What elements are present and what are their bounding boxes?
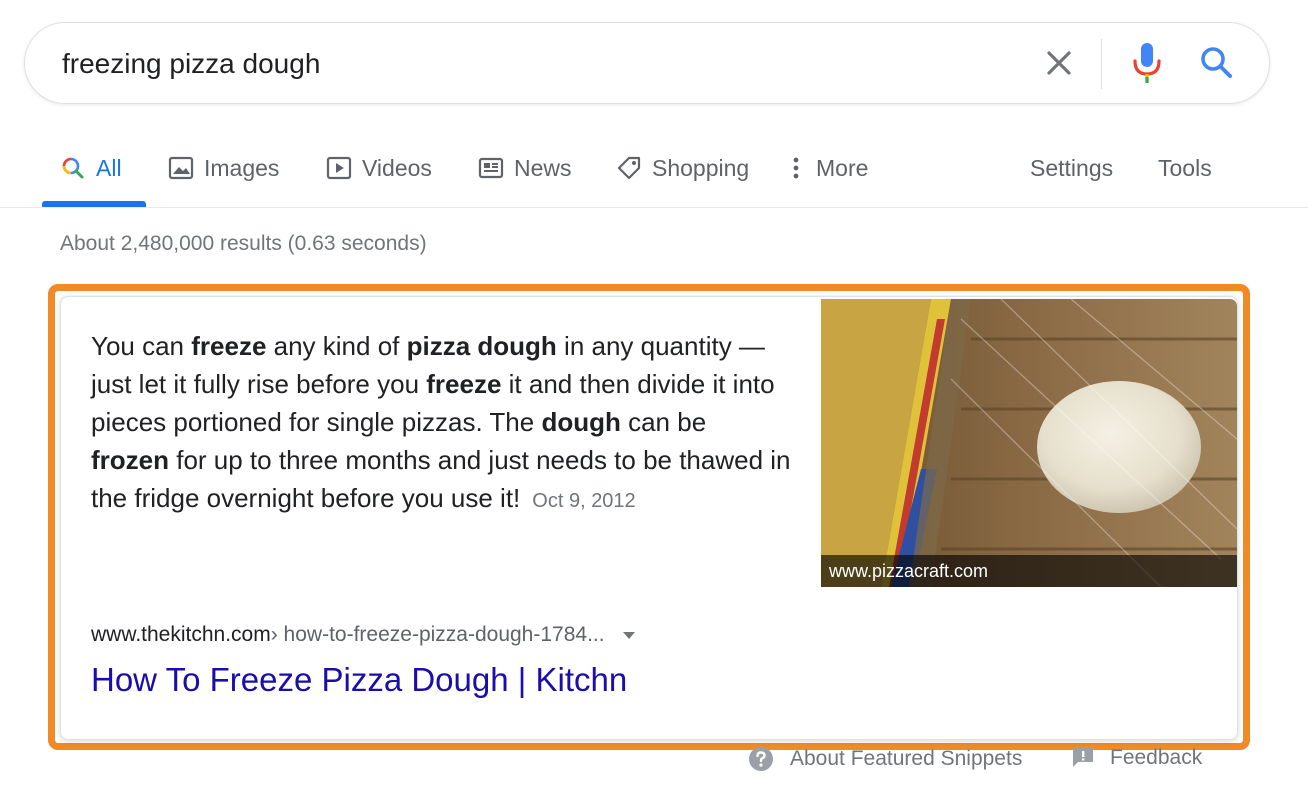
result-cite: www.thekitchn.com › how-to-freeze-pizza-… [91, 623, 635, 647]
snippet-text: You can freeze any kind of pizza dough i… [91, 327, 791, 520]
snippet-text-part: for up to three months and just needs to… [91, 445, 791, 513]
search-input[interactable] [62, 47, 962, 81]
tab-label: Images [204, 154, 280, 181]
voice-search-button[interactable] [1129, 41, 1165, 87]
tab-label: News [514, 154, 572, 181]
clear-button[interactable] [1041, 45, 1077, 81]
settings-link[interactable]: Settings [1030, 152, 1113, 184]
feedback-link[interactable]: Feedback [1072, 746, 1202, 770]
snippet-text-bold: dough [541, 407, 621, 437]
about-featured-snippets[interactable]: About Featured Snippets [748, 746, 1022, 772]
tab-label: Shopping [652, 154, 750, 181]
help-icon [749, 747, 773, 771]
snippet-text-bold: frozen [91, 445, 169, 475]
image-source-caption: www.pizzacraft.com [821, 555, 1237, 587]
close-icon [1047, 51, 1071, 75]
tab-all[interactable]: All [60, 152, 122, 184]
snippet-text-bold: pizza dough [406, 331, 557, 361]
snippet-text-part: any kind of [266, 331, 407, 361]
news-icon [478, 157, 504, 179]
settings-label: Settings [1030, 154, 1114, 181]
video-icon [326, 156, 352, 180]
mic-icon [1133, 43, 1161, 83]
tab-label: More [816, 154, 869, 181]
search-color-icon [62, 157, 84, 179]
snippet-date: Oct 9, 2012 [532, 490, 636, 512]
tools-label: Tools [1158, 154, 1212, 181]
search-tabs: All Images Videos News Shopping More Set… [0, 140, 1308, 208]
tab-more[interactable]: More [790, 152, 868, 184]
tab-images[interactable]: Images [168, 152, 279, 184]
result-title-link[interactable]: How To Freeze Pizza Dough | Kitchn [91, 661, 627, 699]
tag-icon [617, 156, 641, 180]
snippet-text-part: You can [91, 331, 192, 361]
cite-domain: www.thekitchn.com [91, 623, 271, 646]
search-box[interactable] [24, 22, 1270, 104]
cite-path: › how-to-freeze-pizza-dough-1784... [270, 623, 605, 646]
search-icon [1201, 47, 1232, 78]
more-vert-icon [793, 157, 799, 179]
featured-snippet-card: You can freeze any kind of pizza dough i… [60, 296, 1238, 740]
snippet-text-bold: freeze [191, 331, 267, 361]
about-label: About Featured Snippets [790, 747, 1023, 770]
result-stats: About 2,480,000 results (0.63 seconds) [60, 232, 427, 255]
tab-news[interactable]: News [478, 152, 572, 184]
pizza-dough-photo [821, 299, 1237, 587]
search-divider [1101, 39, 1102, 89]
tab-label: All [96, 154, 122, 181]
search-button[interactable] [1197, 43, 1237, 83]
chevron-down-icon[interactable] [622, 631, 635, 639]
snippet-text-part: can be [620, 407, 707, 437]
tab-videos[interactable]: Videos [326, 152, 432, 184]
tab-label: Videos [362, 154, 432, 181]
snippet-image[interactable]: www.pizzacraft.com [821, 299, 1237, 587]
feedback-label: Feedback [1110, 746, 1203, 769]
active-tab-indicator [42, 201, 146, 207]
tab-shopping[interactable]: Shopping [616, 152, 749, 184]
tools-link[interactable]: Tools [1158, 152, 1212, 184]
snippet-text-bold: freeze [426, 369, 502, 399]
feedback-icon [1073, 748, 1093, 767]
image-icon [168, 156, 194, 180]
